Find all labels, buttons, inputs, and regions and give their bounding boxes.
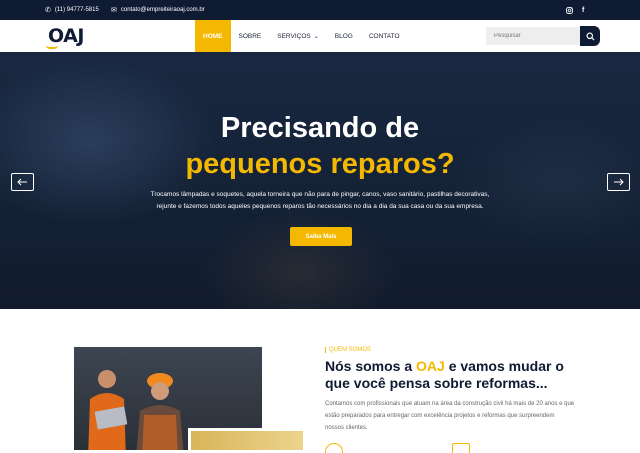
menu-item-sobre[interactable]: SOBRE [231, 20, 270, 52]
feature-icon [325, 443, 343, 453]
phone-icon: ✆ [45, 7, 51, 14]
menu-item-home[interactable]: HOME [195, 20, 231, 52]
search-box [486, 27, 580, 45]
search-button[interactable] [580, 26, 600, 46]
brand-highlight: OAJ [416, 358, 445, 374]
about-title: Nós somos a OAJ e vamos mudar o que você… [325, 358, 564, 391]
top-bar: ✆ (11) 94777-5815 ✉ contato@empreiteirao… [0, 0, 640, 20]
slider-next-button[interactable] [607, 173, 630, 191]
feature-icon [452, 443, 470, 453]
logo-swoosh [46, 45, 58, 49]
phone-number: (11) 94777-5815 [54, 7, 99, 13]
arrow-left-icon [17, 178, 27, 186]
secondary-photo [188, 428, 303, 450]
hero-title-line1: Precisando de [220, 112, 420, 144]
chevron-down-icon: ⌄ [313, 33, 319, 40]
arrow-right-icon [614, 178, 624, 186]
search-input[interactable] [486, 27, 580, 45]
worker-figure-left [88, 370, 128, 450]
menu-item-contato[interactable]: CONTATO [361, 20, 408, 52]
main-menu: HOME SOBRE SERVIÇOS ⌄ BLOG CONTATO [195, 20, 408, 52]
menu-item-blog[interactable]: BLOG [327, 20, 361, 52]
saiba-mais-button[interactable]: Saiba Mais [290, 227, 352, 246]
mail-icon: ✉ [111, 7, 117, 14]
hero-slider: Precisando de pequenos reparos? Trocamos… [0, 52, 640, 309]
hero-title-line2: pequenos reparos? [185, 148, 455, 180]
search-icon [585, 31, 595, 41]
facebook-icon[interactable]: f [582, 0, 584, 20]
email-address: contato@empreiteiraoaj.com.br [120, 7, 205, 13]
menu-item-servicos[interactable]: SERVIÇOS ⌄ [269, 20, 327, 52]
about-text: Contamos com profissionais que atuam na … [325, 401, 575, 431]
email-contact[interactable]: ✉ contato@empreiteiraoaj.com.br [111, 0, 205, 20]
section-eyebrow: QUEM SOMOS [325, 347, 371, 353]
logo[interactable]: OAJ [48, 25, 84, 47]
worker-figure-right [136, 373, 184, 450]
phone-contact[interactable]: ✆ (11) 94777-5815 [45, 0, 99, 20]
hero-description: Trocamos lâmpadas e soquetes, aquela tor… [150, 191, 490, 210]
slider-prev-button[interactable] [11, 173, 34, 191]
instagram-icon[interactable] [566, 0, 573, 20]
main-nav: OAJ HOME SOBRE SERVIÇOS ⌄ BLOG CONTATO [0, 20, 640, 52]
